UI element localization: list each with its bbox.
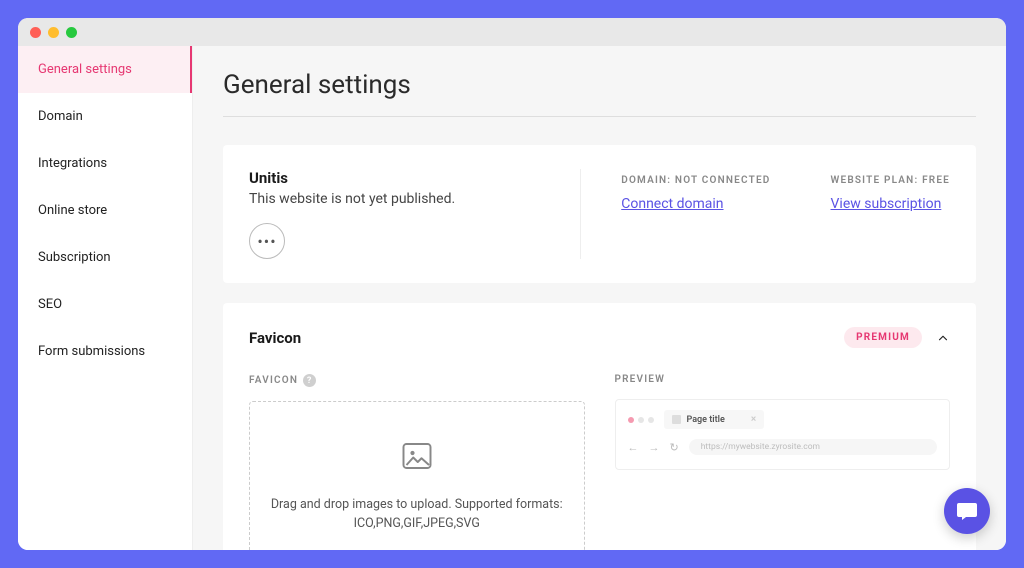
plan-label: WEBSITE PLAN: FREE [831,175,950,186]
preview-traffic-lights [628,417,654,423]
preview-label: PREVIEW [615,374,951,385]
domain-meta: DOMAIN: NOT CONNECTED Connect domain [621,169,770,259]
preview-label-text: PREVIEW [615,374,666,385]
more-actions-button[interactable]: ••• [249,223,285,259]
window-close-dot[interactable] [30,27,41,38]
site-name: Unitis [249,169,556,187]
site-status-text: This website is not yet published. [249,191,556,207]
sidebar-item-form-submissions[interactable]: Form submissions [18,328,192,375]
sidebar-item-online-store[interactable]: Online store [18,187,192,234]
back-arrow-icon: ← [628,441,639,454]
dropzone-text: Drag and drop images to upload. Supporte… [270,496,564,534]
favicon-card: Favicon PREMIUM FAVICON ? [223,303,976,550]
window-titlebar [18,18,1006,46]
domain-label: DOMAIN: NOT CONNECTED [621,175,770,186]
window-zoom-dot[interactable] [66,27,77,38]
chat-widget-button[interactable] [944,488,990,534]
reload-icon: ↻ [670,441,679,454]
site-status-right: DOMAIN: NOT CONNECTED Connect domain WEB… [580,169,950,259]
site-status-card: Unitis This website is not yet published… [223,145,976,283]
favicon-preview-col: PREVIEW Page t [615,374,951,550]
preview-tab-title: Page title [687,415,725,425]
main-content: General settings Unitis This website is … [193,46,1006,550]
forward-arrow-icon: → [649,441,660,454]
plan-meta: WEBSITE PLAN: FREE View subscription [831,169,950,259]
site-status-left: Unitis This website is not yet published… [249,169,580,259]
sidebar-item-integrations[interactable]: Integrations [18,140,192,187]
app-body: General settings Domain Integrations Onl… [18,46,1006,550]
connect-domain-link[interactable]: Connect domain [621,196,770,212]
sidebar: General settings Domain Integrations Onl… [18,46,193,550]
chevron-up-icon[interactable] [936,331,950,345]
sidebar-item-subscription[interactable]: Subscription [18,234,192,281]
chat-icon [955,499,979,523]
favicon-dropzone[interactable]: Drag and drop images to upload. Supporte… [249,401,585,550]
sidebar-item-general-settings[interactable]: General settings [18,46,192,93]
close-icon: × [751,414,756,425]
preview-dot-grey2 [648,417,654,423]
preview-nav-row: ← → ↻ https://mywebsite.zyrosite.com [628,439,938,455]
favicon-section-head: Favicon PREMIUM [249,327,950,348]
page-title: General settings [223,70,976,100]
sidebar-item-seo[interactable]: SEO [18,281,192,328]
preview-favicon-icon [672,415,681,424]
browser-window: General settings Domain Integrations Onl… [18,18,1006,550]
image-icon [399,438,435,474]
sidebar-item-domain[interactable]: Domain [18,93,192,140]
view-subscription-link[interactable]: View subscription [831,196,950,212]
favicon-body: FAVICON ? Drag and drop images to upload… [249,374,950,550]
help-icon[interactable]: ? [303,374,316,387]
browser-preview: Page title × ← → ↻ https://mywebsite.zyr… [615,399,951,470]
preview-dot-red [628,417,634,423]
ellipsis-icon: ••• [257,232,276,251]
preview-dot-grey [638,417,644,423]
favicon-upload-label-text: FAVICON [249,375,298,386]
favicon-upload-label: FAVICON ? [249,374,585,387]
preview-url-bar: https://mywebsite.zyrosite.com [689,439,937,455]
preview-tab: Page title × [664,410,765,429]
favicon-section-title: Favicon [249,329,301,347]
favicon-upload-col: FAVICON ? Drag and drop images to upload… [249,374,585,550]
premium-badge: PREMIUM [844,327,922,348]
preview-tab-row: Page title × [628,410,938,429]
title-divider [223,116,976,117]
favicon-section-actions: PREMIUM [844,327,950,348]
window-minimize-dot[interactable] [48,27,59,38]
